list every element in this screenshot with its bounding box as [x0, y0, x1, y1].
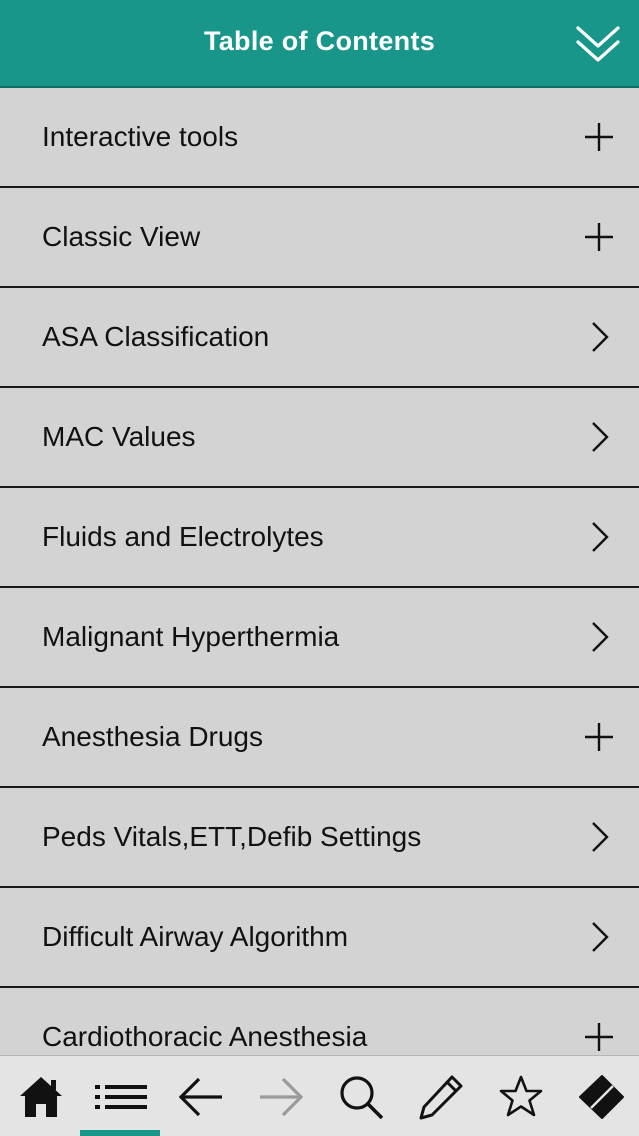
toc-item-malignant-hyperthermia[interactable]: Malignant Hyperthermia [0, 588, 639, 688]
toc-item-anesthesia-drugs[interactable]: Anesthesia Drugs [0, 688, 639, 788]
toc-item-label: Fluids and Electrolytes [42, 521, 324, 552]
toc-item-classic-view[interactable]: Classic View [0, 188, 639, 288]
toc-item-asa-classification[interactable]: ASA Classification [0, 288, 639, 388]
star-icon [499, 1075, 543, 1117]
toc-item-label: Classic View [42, 221, 201, 252]
toc-item-peds-vitals[interactable]: Peds Vitals,ETT,Defib Settings [0, 788, 639, 888]
plus-icon [582, 120, 616, 154]
bottom-tab-bar [0, 1055, 639, 1136]
toc-item-label: Anesthesia Drugs [42, 721, 264, 752]
chevron-right-icon [582, 520, 616, 554]
home-icon [20, 1077, 62, 1117]
toc-item-label: Interactive tools [42, 121, 239, 152]
chevron-right-icon [582, 320, 616, 354]
chevron-right-icon [582, 820, 616, 854]
toc-item-interactive-tools[interactable]: Interactive tools [0, 88, 639, 188]
toc-item-cardiothoracic-anesthesia[interactable]: Cardiothoracic Anesthesia [0, 988, 639, 1055]
list-icon [95, 1085, 147, 1109]
toc-item-label: ASA Classification [42, 321, 270, 352]
chevron-right-icon [582, 420, 616, 454]
tab-notes[interactable] [400, 1056, 480, 1136]
page-title: Table of Contents [203, 26, 436, 56]
chevron-right-icon [582, 920, 616, 954]
toc-item-fluids-electrolytes[interactable]: Fluids and Electrolytes [0, 488, 639, 588]
toc-list: Interactive tools Classic View ASA Class… [0, 88, 639, 1055]
plus-icon [582, 220, 616, 254]
toc-item-difficult-airway[interactable]: Difficult Airway Algorithm [0, 888, 639, 988]
toc-item-mac-values[interactable]: MAC Values [0, 388, 639, 488]
arrow-right-icon [260, 1077, 304, 1117]
tab-favorites[interactable] [480, 1056, 560, 1136]
toc-item-label: MAC Values [42, 421, 196, 452]
pencil-icon [419, 1075, 463, 1120]
collapse-button[interactable] [572, 22, 624, 68]
tab-back[interactable] [160, 1056, 240, 1136]
tab-contents[interactable] [80, 1056, 160, 1136]
active-tab-indicator [80, 1130, 160, 1136]
search-icon [340, 1076, 384, 1120]
tab-search[interactable] [320, 1056, 400, 1136]
toc-item-label: Difficult Airway Algorithm [42, 921, 349, 952]
tab-forward[interactable] [240, 1056, 320, 1136]
double-chevron-down-icon [576, 26, 620, 62]
toc-item-label: Peds Vitals,ETT,Defib Settings [42, 821, 422, 852]
toc-item-label: Malignant Hyperthermia [42, 621, 340, 652]
toc-item-label: Cardiothoracic Anesthesia [42, 1021, 368, 1052]
arrow-left-icon [178, 1077, 222, 1117]
plus-icon [582, 1020, 616, 1054]
tab-home[interactable] [0, 1056, 80, 1136]
chevron-right-icon [582, 620, 616, 654]
plus-icon [582, 720, 616, 754]
eraser-icon [579, 1075, 624, 1119]
header-bar: Table of Contents [0, 0, 639, 88]
tab-eraser[interactable] [560, 1056, 639, 1136]
